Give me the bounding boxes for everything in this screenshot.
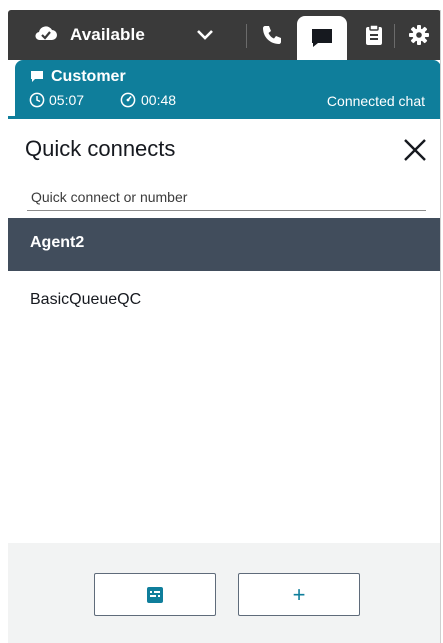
contact-state: Connected chat [326,93,425,109]
cloud-status-icon [35,26,57,41]
directory-icon [147,586,163,603]
state-timer: 00:48 [141,92,177,108]
settings-button[interactable] [399,10,439,60]
status-dropdown[interactable]: Available [8,10,246,60]
chat-tab[interactable] [297,16,347,66]
ccp-window: Available Customer 05:07 00:48 Connected… [0,0,443,643]
chat-icon [31,71,43,82]
tasks-tab[interactable] [357,10,391,60]
gear-icon [409,25,429,45]
chevron-down-icon [197,30,213,40]
timer-icon [120,92,136,108]
phone-tab[interactable] [252,10,292,60]
panel-title: Quick connects [25,136,176,161]
contact-header[interactable]: Customer 05:07 00:48 Connected chat [15,60,441,116]
quick-connect-item[interactable]: Agent2 [8,218,441,271]
clock-icon [29,92,45,108]
panel-footer: + [8,543,441,643]
quick-connect-label: Agent2 [30,234,85,251]
status-label: Available [70,25,145,44]
quick-connect-label: BasicQueueQC [30,291,142,308]
divider [394,24,395,48]
phone-icon [263,26,281,44]
directory-button[interactable] [94,573,216,616]
add-quick-connect-button[interactable]: + [238,573,360,616]
accent-divider [8,116,441,119]
chat-icon [312,29,332,47]
contact-name: Customer [51,68,126,85]
divider [246,24,247,48]
quick-connect-search-input[interactable] [27,183,426,211]
close-icon[interactable] [402,137,428,163]
clipboard-icon [366,24,382,45]
top-bar: Available [8,10,441,66]
contact-duration: 05:07 [49,92,85,108]
plus-icon: + [292,581,306,607]
quick-connect-item[interactable]: BasicQueueQC [8,275,441,328]
